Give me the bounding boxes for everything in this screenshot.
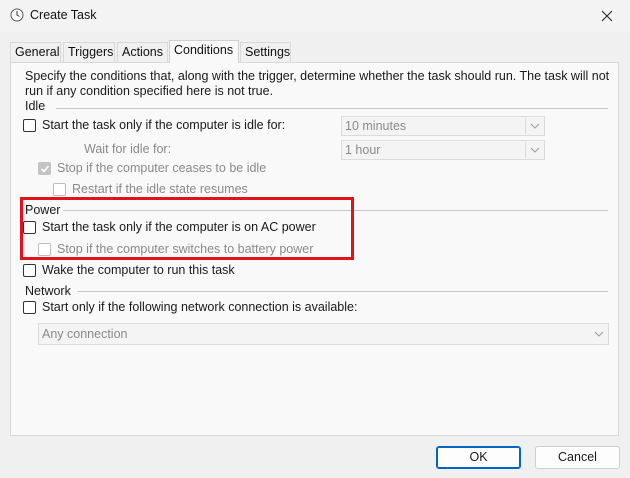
wait-for-idle-value: 1 hour: [345, 143, 381, 157]
tab-actions[interactable]: Actions: [117, 42, 168, 63]
ok-button[interactable]: OK: [436, 446, 521, 469]
clock-icon: [10, 8, 24, 22]
tab-triggers[interactable]: Triggers: [63, 42, 115, 63]
network-connection-value: Any connection: [42, 327, 128, 341]
conditions-description: Specify the conditions that, along with …: [25, 69, 610, 98]
chevron-down-icon: [530, 147, 540, 153]
title-bar: Create Task: [0, 0, 630, 32]
checkmark-icon: [40, 165, 50, 173]
network-connection-select[interactable]: Any connection: [38, 323, 609, 345]
idle-divider: [56, 108, 608, 109]
wait-for-idle-select[interactable]: 1 hour: [341, 140, 545, 160]
tab-general[interactable]: General: [10, 42, 61, 63]
restart-if-resumes-label: Restart if the idle state resumes: [72, 182, 248, 196]
network-divider: [77, 291, 608, 292]
start-if-idle-checkbox[interactable]: [23, 119, 36, 132]
chevron-down-icon: [530, 123, 540, 129]
network-heading: Network: [25, 284, 71, 298]
idle-duration-select[interactable]: 10 minutes: [341, 116, 545, 136]
cancel-button[interactable]: Cancel: [535, 446, 620, 469]
wake-computer-label: Wake the computer to run this task: [42, 263, 235, 277]
start-if-network-checkbox[interactable]: [23, 301, 36, 314]
start-if-idle-label: Start the task only if the computer is i…: [42, 118, 286, 132]
power-highlight-box: [20, 197, 354, 260]
tab-settings[interactable]: Settings: [240, 42, 291, 63]
stop-if-ceases-checkbox[interactable]: [38, 162, 51, 175]
tab-conditions[interactable]: Conditions: [169, 40, 239, 63]
start-if-network-label: Start only if the following network conn…: [42, 300, 358, 314]
idle-heading: Idle: [25, 99, 46, 113]
wait-for-idle-label: Wait for idle for:: [84, 142, 172, 156]
stop-if-ceases-label: Stop if the computer ceases to be idle: [57, 161, 267, 175]
conditions-panel: Specify the conditions that, along with …: [10, 62, 619, 436]
idle-duration-value: 10 minutes: [345, 119, 407, 133]
close-button[interactable]: [584, 0, 630, 32]
close-icon: [601, 10, 613, 22]
chevron-down-icon: [594, 331, 604, 337]
restart-if-resumes-checkbox[interactable]: [53, 183, 66, 196]
wake-computer-checkbox[interactable]: [23, 264, 36, 277]
window-title: Create Task: [30, 8, 97, 22]
